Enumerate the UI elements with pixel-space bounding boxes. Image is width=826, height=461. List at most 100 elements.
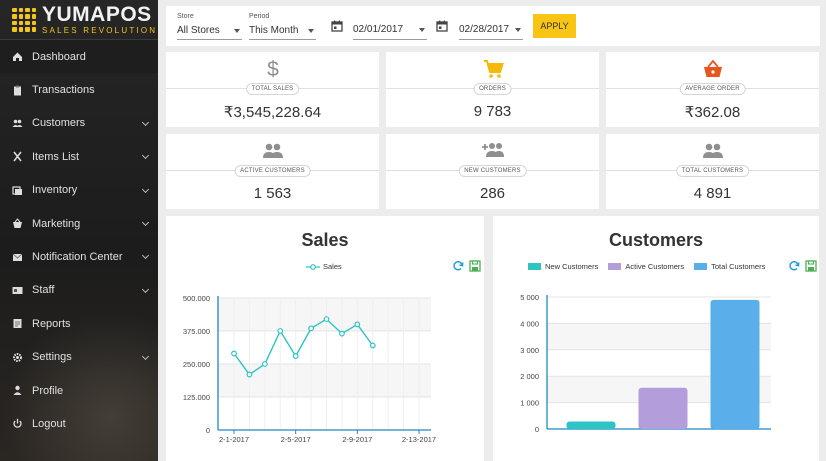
sales-data-point[interactable]: [369, 342, 376, 349]
stat-value: 9 783: [473, 103, 512, 120]
chevron-down-icon: [141, 218, 150, 226]
grid-band: [218, 298, 431, 331]
sidebar-item-notification-center[interactable]: Notification Center: [0, 240, 158, 273]
bar-active-customers[interactable]: [638, 387, 688, 429]
dollar-icon: $: [262, 58, 284, 80]
apply-button[interactable]: APPLY: [533, 14, 576, 38]
chevron-down-icon: [141, 185, 150, 193]
sidebar-item-dashboard[interactable]: Dashboard: [0, 40, 158, 74]
sales-data-point[interactable]: [261, 361, 268, 367]
stat-value: ₹362.08: [684, 104, 741, 121]
stat-card-total-sales: $ TOTAL SALES ₹3,545,228.64: [166, 52, 379, 127]
period-select-value: This Month: [249, 25, 299, 36]
sidebar-item-label: Settings: [32, 351, 72, 364]
y-tick-label: 3 000: [520, 346, 539, 355]
chevron-down-icon: [141, 152, 150, 160]
cutlery-icon: [12, 151, 23, 162]
stat-card-average-order: AVERAGE ORDER ₹362.08: [606, 52, 819, 127]
sales-chart-panel: Sales Sales 0 125.000 250.000 375.000 500.00…: [166, 216, 484, 461]
chevron-down-icon: [141, 252, 150, 260]
stat-value: 4 891: [693, 185, 732, 202]
sales-data-point[interactable]: [323, 316, 330, 323]
period-select[interactable]: This Month: [249, 25, 316, 40]
sidebar-item-label: Logout: [32, 417, 66, 430]
calendar-icon[interactable]: [331, 20, 343, 32]
sidebar-item-marketing[interactable]: Marketing: [0, 207, 158, 240]
y-tick-label: 0: [206, 426, 210, 435]
chevron-down-icon: [308, 29, 314, 33]
sidebar-item-items-list[interactable]: Items List: [0, 140, 158, 173]
sidebar-item-label: Customers: [32, 117, 86, 130]
sidebar-item-label: Inventory: [32, 184, 78, 197]
stat-label: ACTIVE CUSTOMERS: [234, 165, 311, 177]
y-tick-label: 4 000: [520, 319, 539, 328]
chevron-down-icon: [141, 118, 150, 126]
sidebar-item-label: Marketing: [32, 217, 81, 230]
y-tick-label: 375.000: [183, 327, 210, 336]
mail-icon: [12, 252, 23, 263]
sidebar-item-reports[interactable]: Reports: [0, 307, 158, 340]
svg-text:$: $: [267, 58, 279, 80]
people-icon: [12, 118, 23, 129]
sales-data-point[interactable]: [339, 330, 345, 337]
sidebar-item-transactions[interactable]: Transactions: [0, 73, 158, 106]
sidebar-item-label: Notification Center: [32, 251, 123, 264]
add-people-icon: [481, 140, 504, 162]
y-tick-label: 5 000: [520, 293, 539, 302]
gear-icon: [12, 352, 23, 363]
people-icon: [262, 140, 284, 162]
y-tick-label: 0: [535, 425, 539, 434]
stat-label: NEW CUSTOMERS: [458, 165, 527, 177]
sales-data-point[interactable]: [246, 371, 253, 378]
stat-card-active-customers: ACTIVE CUSTOMERS 1 563: [166, 134, 379, 209]
brand-tagline: SALES REVOLUTION: [42, 26, 158, 35]
sales-line-chart: 0 125.000 250.000 375.000 500.000 2-1-2017 2-5…: [183, 294, 436, 444]
stat-label: ORDERS: [473, 83, 512, 95]
home-icon: [12, 51, 23, 62]
store-select[interactable]: All Stores: [177, 25, 242, 40]
date-from-value: 02/01/2017: [353, 24, 404, 35]
sales-data-point[interactable]: [354, 321, 361, 328]
clipboard-icon: [12, 85, 23, 96]
calendar-icon[interactable]: [436, 20, 448, 32]
sidebar-item-label: Transactions: [32, 84, 95, 97]
y-tick-label: 1 000: [520, 399, 539, 408]
chevron-down-icon: [141, 352, 150, 360]
people-icon: [702, 140, 724, 162]
brand-name: YUMAPOS: [42, 3, 152, 26]
brand-logo[interactable]: YUMAPOS SALES REVOLUTION: [0, 0, 158, 40]
basket-icon: [702, 58, 724, 80]
sidebar-item-profile[interactable]: Profile: [0, 374, 158, 407]
customers-chart-panel: Customers New Customers Active Customers T…: [493, 216, 819, 461]
logo-grid-icon: [12, 7, 36, 32]
sales-data-point[interactable]: [277, 328, 284, 334]
chevron-down-icon: [419, 28, 425, 32]
sales-data-point[interactable]: [292, 353, 299, 359]
x-tick-label: 2-9-2017: [342, 435, 372, 444]
stat-card-new-customers: NEW CUSTOMERS 286: [386, 134, 599, 209]
sidebar-item-inventory[interactable]: Inventory: [0, 174, 158, 207]
sidebar-item-customers[interactable]: Customers: [0, 107, 158, 140]
power-icon: [12, 418, 23, 429]
date-from-input[interactable]: 02/01/2017: [353, 24, 427, 40]
sidebar-item-logout[interactable]: Logout: [0, 407, 158, 440]
store-label: Store: [177, 13, 194, 20]
stat-card-total-customers: TOTAL CUSTOMERS 4 891: [606, 134, 819, 209]
stat-label: TOTAL CUSTOMERS: [675, 165, 750, 177]
sales-data-point[interactable]: [231, 350, 237, 357]
report-icon: [12, 318, 23, 329]
x-tick-label: 2-13-2017: [402, 435, 436, 444]
sidebar-item-label: Staff: [32, 284, 55, 297]
date-to-input[interactable]: 02/28/2017: [459, 24, 523, 40]
sales-data-point[interactable]: [308, 325, 314, 332]
id-card-icon: [12, 285, 23, 296]
bar-new-customers[interactable]: [566, 421, 616, 429]
sidebar-item-label: Items List: [32, 150, 80, 163]
y-tick-label: 250.000: [183, 360, 210, 369]
bar-total-customers[interactable]: [710, 299, 760, 429]
sidebar-nav: Dashboard Transactions Customers Items List…: [0, 40, 158, 441]
sidebar-item-settings[interactable]: Settings: [0, 341, 158, 374]
sidebar-item-staff[interactable]: Staff: [0, 274, 158, 307]
customers-bar-chart: 0 1 000 2 000 3 000 4 000 5 000: [520, 293, 771, 434]
cart-icon: [482, 58, 504, 80]
